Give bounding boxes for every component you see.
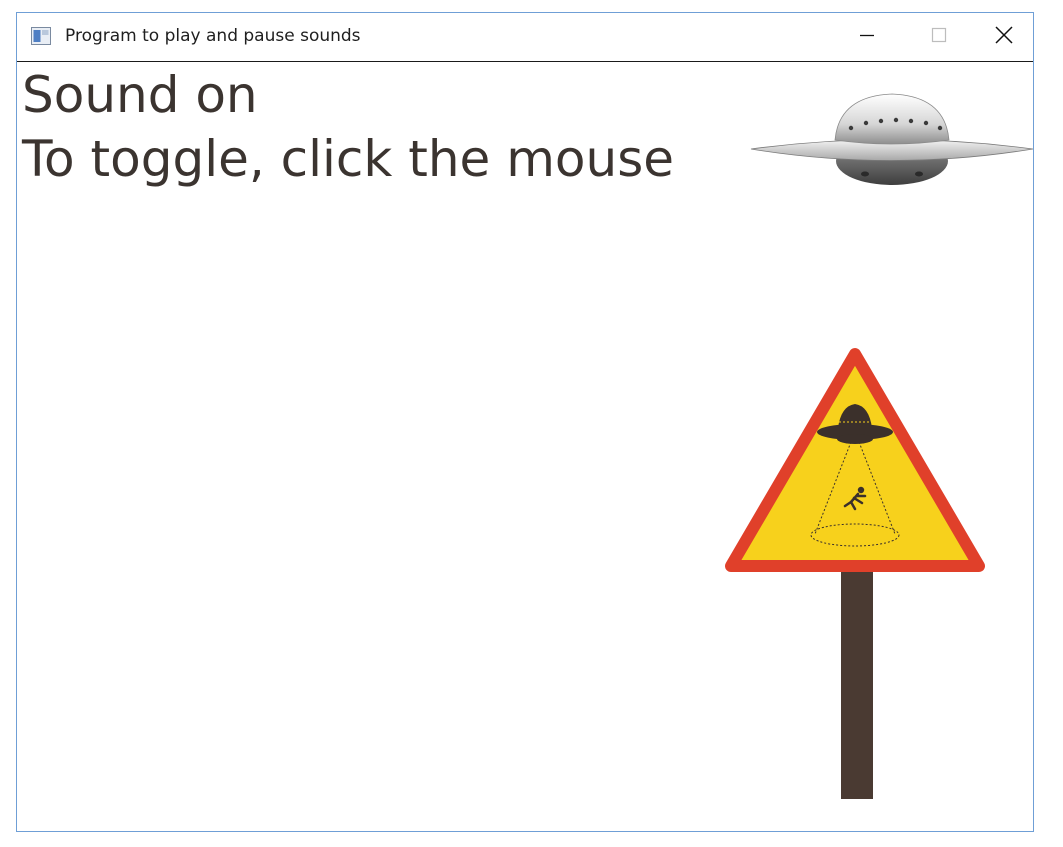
minimize-icon [858, 26, 876, 48]
ufo-warning-sign-image [725, 348, 985, 799]
maximize-button[interactable] [903, 13, 975, 61]
maximize-icon [930, 26, 948, 48]
flying-saucer-image [750, 93, 1033, 185]
game-canvas[interactable]: Sound on To toggle, click the mouse [17, 62, 1033, 831]
sound-status-text: Sound on [22, 66, 258, 124]
window-title: Program to play and pause sounds [65, 26, 361, 46]
close-icon [994, 25, 1014, 49]
app-icon [31, 27, 51, 45]
toggle-instruction-text: To toggle, click the mouse [22, 130, 675, 188]
minimize-button[interactable] [831, 13, 903, 61]
title-bar[interactable]: Program to play and pause sounds [17, 13, 1033, 62]
app-window: Program to play and pause sounds Sound o… [16, 12, 1034, 832]
close-button[interactable] [975, 13, 1033, 61]
